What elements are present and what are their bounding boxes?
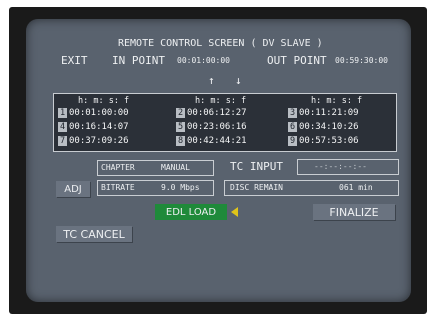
tc-slot-value[interactable]: 00:06:12:27	[187, 108, 247, 118]
exit-button[interactable]: EXIT	[61, 55, 88, 66]
tc-column-header: h: m: s: f	[78, 96, 130, 106]
tc-slot-value[interactable]: 00:16:14:07	[69, 122, 129, 132]
tc-input-value: --:--:--:--	[314, 162, 367, 171]
finalize-button[interactable]: FINALIZE	[313, 204, 395, 220]
down-arrow-icon[interactable]: ↓	[235, 75, 242, 86]
tc-slot-value[interactable]: 00:42:44:21	[187, 136, 247, 146]
in-point-value: 00:01:00:00	[177, 56, 230, 65]
tc-slot-number[interactable]: 2	[176, 108, 185, 118]
edl-load-button[interactable]: EDL LOAD	[155, 204, 227, 220]
up-arrow-icon[interactable]: ↑	[208, 75, 215, 86]
tc-slot-number[interactable]: 4	[58, 122, 67, 132]
tc-input-label: TC INPUT	[230, 160, 283, 173]
tc-input-field[interactable]: --:--:--:--	[297, 159, 399, 175]
tc-slot-number[interactable]: 6	[288, 122, 297, 132]
bitrate-field[interactable]: BITRATE 9.0 Mbps	[97, 180, 214, 196]
bitrate-value: 9.0 Mbps	[161, 183, 200, 192]
disc-remain-label: DISC REMAIN	[230, 183, 283, 192]
in-point-label: IN POINT	[112, 54, 165, 67]
screen-title: REMOTE CONTROL SCREEN ( DV SLAVE )	[118, 38, 323, 49]
tc-slot-value[interactable]: 00:11:21:09	[299, 108, 359, 118]
tc-column-header: h: m: s: f	[311, 96, 363, 106]
tc-cancel-button[interactable]: TC CANCEL	[56, 226, 132, 242]
tc-slot-value[interactable]: 00:57:53:06	[299, 136, 359, 146]
tc-slot-number[interactable]: 3	[288, 108, 297, 118]
tc-slot-number[interactable]: 5	[176, 122, 185, 132]
tc-slot-value[interactable]: 00:34:10:26	[299, 122, 359, 132]
chapter-field[interactable]: CHAPTER MANUAL	[97, 160, 214, 176]
tc-slot-number[interactable]: 7	[58, 136, 67, 146]
out-point-label: OUT POINT	[267, 54, 327, 67]
tc-slot-number[interactable]: 1	[58, 108, 67, 118]
bitrate-label: BITRATE	[101, 183, 135, 192]
selection-cursor-icon	[231, 207, 238, 217]
adj-button[interactable]: ADJ	[56, 181, 90, 197]
tc-slot-number[interactable]: 8	[176, 136, 185, 146]
tc-slot-value[interactable]: 00:23:06:16	[187, 122, 247, 132]
tc-slot-number[interactable]: 9	[288, 136, 297, 146]
timecode-list-panel: h: m: s: f h: m: s: f h: m: s: f 1 00:01…	[53, 93, 397, 152]
tc-slot-value[interactable]: 00:01:00:00	[69, 108, 129, 118]
chapter-value: MANUAL	[161, 163, 190, 172]
tc-slot-value[interactable]: 00:37:09:26	[69, 136, 129, 146]
tc-column-header: h: m: s: f	[195, 96, 247, 106]
chapter-label: CHAPTER	[101, 163, 135, 172]
disc-remain-field: DISC REMAIN 061 min	[224, 180, 399, 196]
out-point-value: 00:59:30:00	[335, 56, 388, 65]
disc-remain-value: 061 min	[339, 183, 373, 192]
